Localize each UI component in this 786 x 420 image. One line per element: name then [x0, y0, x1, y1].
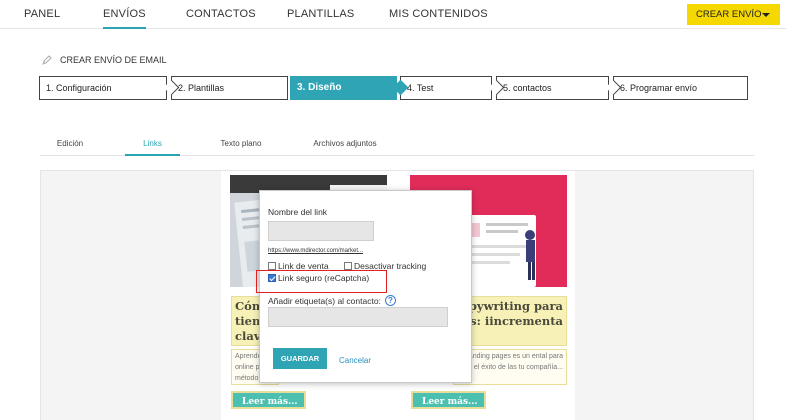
nav-panel[interactable]: PANEL [24, 0, 60, 29]
nav-contactos[interactable]: CONTACTOS [186, 0, 256, 29]
step-label: 2. Plantillas [178, 83, 225, 93]
step-test[interactable]: 4. Test [392, 76, 492, 100]
step-programar-envio[interactable]: 6. Programar envío [605, 76, 748, 100]
tab-texto-plano[interactable]: Texto plano [206, 134, 276, 156]
step-label: 6. Programar envío [620, 83, 698, 93]
step-label: 3. Diseño [297, 82, 342, 93]
link-url[interactable]: https://www.mdirector.com/market... [268, 248, 363, 254]
deactivate-tracking-checkbox[interactable] [344, 262, 352, 270]
save-button[interactable]: GUARDAR [273, 348, 327, 369]
help-icon[interactable]: ? [384, 295, 396, 306]
link-name-input[interactable] [268, 221, 374, 241]
tag-label-row: Añadir etiqueta(s) al contacto: ? [268, 295, 396, 306]
create-send-label: CREAR ENVÍO [696, 9, 762, 20]
secure-link-highlight [256, 270, 387, 293]
tab-edicion[interactable]: Edición [40, 134, 100, 156]
chevron-down-icon [762, 13, 770, 17]
step-diseno[interactable]: 3. Diseño [290, 76, 397, 100]
top-navigation: PANEL ENVÍOS CONTACTOS PLANTILLAS MIS CO… [0, 0, 786, 29]
cancel-button[interactable]: Cancelar [339, 356, 371, 365]
step-configuracion[interactable]: 1. Configuración [39, 76, 167, 100]
step-label: 1. Configuración [46, 83, 112, 93]
page-title: CREAR ENVÍO DE EMAIL [41, 54, 167, 66]
tag-input[interactable] [268, 307, 448, 327]
step-label: 4. Test [407, 83, 434, 93]
tab-links[interactable]: Links [125, 134, 180, 156]
pencil-icon [41, 54, 53, 66]
page-title-text: CREAR ENVÍO DE EMAIL [60, 55, 167, 65]
editor-tabs: Edición Links Texto plano Archivos adjun… [40, 134, 754, 156]
create-send-button[interactable]: CREAR ENVÍO [687, 4, 780, 25]
step-label: 5. contactos [503, 83, 552, 93]
step-plantillas[interactable]: 2. Plantillas [163, 76, 288, 100]
tab-label: Texto plano [220, 139, 262, 148]
tab-label: Links [143, 139, 162, 148]
tab-archivos-adjuntos[interactable]: Archivos adjuntos [298, 134, 392, 156]
read-more-button-left[interactable]: Leer más... [231, 391, 306, 409]
link-name-label: Nombre del link [268, 207, 328, 217]
nav-envios[interactable]: ENVÍOS [103, 0, 146, 29]
nav-mis-contenidos[interactable]: MIS CONTENIDOS [389, 0, 488, 29]
tag-label: Añadir etiqueta(s) al contacto: [268, 295, 381, 306]
read-more-button-right[interactable]: Leer más... [411, 391, 486, 409]
nav-plantillas[interactable]: PLANTILLAS [287, 0, 354, 29]
step-contactos[interactable]: 5. contactos [488, 76, 609, 100]
tab-label: Archivos adjuntos [313, 139, 377, 148]
tab-label: Edición [56, 139, 84, 148]
sale-link-checkbox[interactable] [268, 262, 276, 270]
